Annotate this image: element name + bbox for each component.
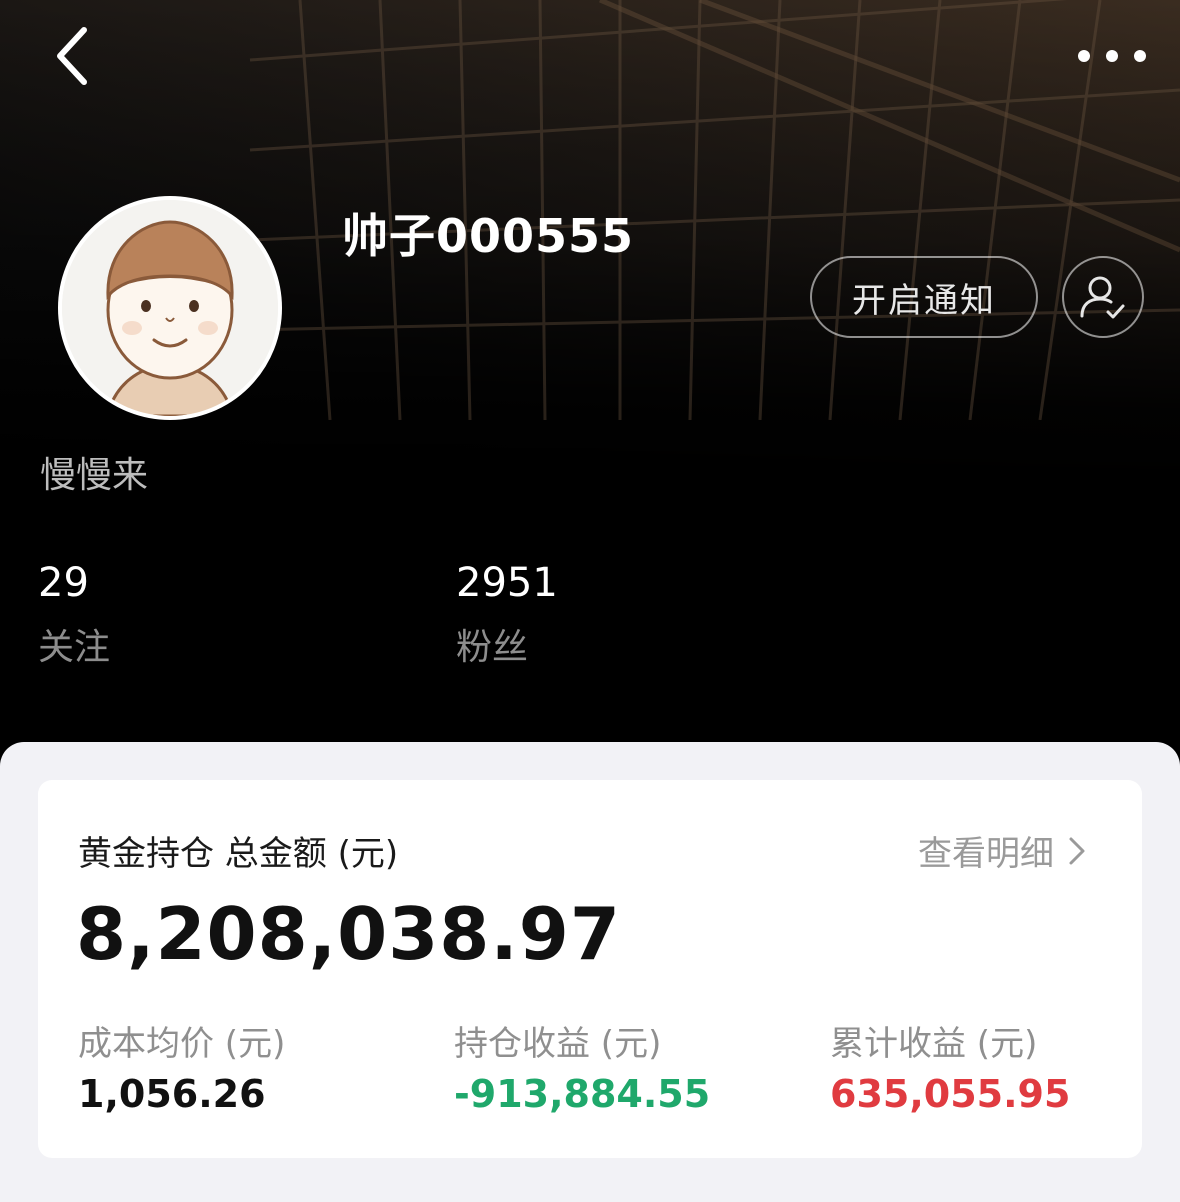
followers-label[interactable]: 粉丝 xyxy=(456,618,528,670)
position-profit-value: -913,884.55 xyxy=(454,1072,711,1116)
total-amount: 8,208,038.97 xyxy=(76,892,621,976)
chevron-right-icon xyxy=(1069,837,1085,864)
cumulative-profit-value: 635,055.95 xyxy=(830,1072,1071,1116)
following-label[interactable]: 关注 xyxy=(38,618,110,670)
avg-cost-label: 成本均价 (元) xyxy=(78,1024,286,1064)
profile-bio: 慢慢来 xyxy=(40,455,149,496)
chevron-left-icon xyxy=(57,27,87,85)
follow-button[interactable] xyxy=(1062,256,1144,338)
avatar-illustration xyxy=(62,200,278,416)
user-check-icon xyxy=(1080,276,1125,319)
more-dots-icon xyxy=(1078,50,1090,62)
cumulative-profit-label: 累计收益 (元) xyxy=(830,1024,1038,1064)
view-details-label: 查看明细 xyxy=(918,834,1054,874)
back-button[interactable] xyxy=(44,24,100,88)
more-button[interactable] xyxy=(1072,36,1152,76)
position-profit-label: 持仓收益 (元) xyxy=(454,1024,662,1064)
view-details-link[interactable]: 查看明细 xyxy=(918,826,1086,875)
username: 帅子000555 xyxy=(342,209,635,263)
avatar[interactable] xyxy=(58,196,282,420)
holding-title: 黄金持仓 总金额 (元) xyxy=(78,834,399,874)
profile-header: 帅子000555 开启通知 慢慢来 29 关注 2951 粉丝 xyxy=(0,0,1180,790)
followers-count[interactable]: 2951 xyxy=(456,560,558,606)
avg-cost-value: 1,056.26 xyxy=(78,1072,266,1116)
enable-notification-button[interactable]: 开启通知 xyxy=(810,256,1038,338)
following-count[interactable]: 29 xyxy=(38,560,89,606)
